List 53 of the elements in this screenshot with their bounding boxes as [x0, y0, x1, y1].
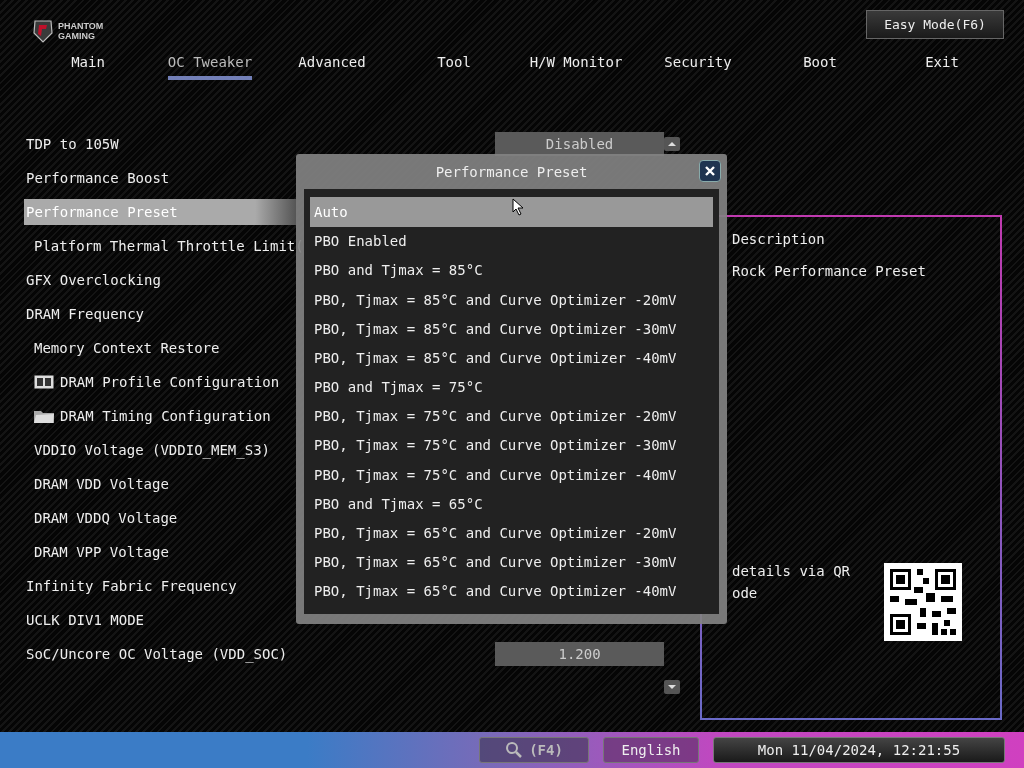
preset-option[interactable]: PBO, Tjmax = 65°C and Curve Optimizer -30mV	[310, 547, 713, 577]
preset-option[interactable]: PBO, Tjmax = 75°C and Curve Optimizer -40mV	[310, 460, 713, 490]
logo-text: GAMING	[58, 31, 96, 41]
close-button[interactable]	[699, 160, 721, 182]
setting-value[interactable]: 1.200	[495, 642, 664, 666]
setting-item[interactable]: DRAM Frequency	[24, 301, 296, 327]
book-icon	[34, 375, 54, 389]
easy-mode-button[interactable]: Easy Mode(F6)	[866, 9, 1004, 39]
logo-text: PHANTOM	[58, 21, 104, 31]
preset-option[interactable]: PBO and Tjmax = 75°C	[310, 372, 713, 402]
setting-item[interactable]: SoC/Uncore OC Voltage (VDD_SOC)	[24, 641, 295, 667]
search-icon	[505, 741, 524, 759]
setting-item[interactable]: GFX Overclocking	[24, 267, 296, 293]
preset-option[interactable]: PBO, Tjmax = 65°C and Curve Optimizer -40mV	[310, 576, 713, 606]
setting-item[interactable]: DRAM Timing Configuration	[24, 403, 304, 429]
qr-code-icon	[884, 563, 962, 641]
setting-item[interactable]: Performance Boost	[24, 165, 296, 191]
preset-option[interactable]: PBO and Tjmax = 65°C	[310, 489, 713, 519]
logo-shield-icon	[32, 19, 54, 43]
menu-tab[interactable]: Advanced	[298, 50, 366, 80]
search-button[interactable]: (F4)	[479, 737, 589, 763]
description-title: Description	[732, 231, 825, 249]
mouse-pointer-icon	[512, 198, 524, 216]
preset-option[interactable]: PBO, Tjmax = 75°C and Curve Optimizer -20mV	[310, 401, 713, 431]
date-time: Mon 11/04/2024, 12:21:55	[713, 737, 1005, 763]
description-text: Rock Performance Preset	[732, 263, 926, 279]
menu-tab[interactable]: OC Tweaker	[167, 50, 253, 80]
menu-tab[interactable]: Main	[71, 50, 105, 80]
folder-icon	[34, 409, 54, 423]
dialog-title: Performance Preset	[435, 163, 588, 180]
preset-option[interactable]: PBO, Tjmax = 85°C and Curve Optimizer -20mV	[310, 284, 713, 315]
close-icon	[704, 165, 716, 177]
menu-tab[interactable]: Tool	[437, 50, 471, 80]
preset-option[interactable]: PBO and Tjmax = 85°C	[310, 255, 713, 285]
menu-tab[interactable]: Boot	[803, 50, 837, 80]
qr-hint-text: ode	[732, 585, 758, 601]
setting-item[interactable]: DRAM Profile Configuration	[24, 369, 304, 395]
preset-option[interactable]: PBO Enabled	[310, 226, 713, 256]
preset-option[interactable]: PBO, Tjmax = 85°C and Curve Optimizer -30mV	[310, 314, 713, 344]
setting-item[interactable]: TDP to 105W	[24, 131, 295, 157]
menu-tab[interactable]: Security	[664, 50, 732, 80]
preset-option[interactable]: PBO, Tjmax = 65°C and Curve Optimizer -20mV	[310, 518, 713, 548]
scroll-down-icon[interactable]	[664, 680, 680, 694]
language-button[interactable]: English	[603, 737, 699, 763]
setting-value[interactable]: Disabled	[495, 132, 664, 156]
setting-item[interactable]: UCLK DIV1 MODE	[24, 607, 296, 633]
preset-option[interactable]: PBO, Tjmax = 75°C and Curve Optimizer -30mV	[310, 430, 713, 461]
menu-tab[interactable]: Exit	[925, 50, 959, 80]
preset-option[interactable]: PBO, Tjmax = 85°C and Curve Optimizer -40mV	[310, 343, 713, 373]
menu-tab[interactable]: H/W Monitor	[529, 50, 623, 80]
scroll-up-icon[interactable]	[664, 137, 680, 151]
setting-item[interactable]: Infinity Fabric Frequency	[24, 573, 296, 599]
qr-hint-text: details via QR	[732, 563, 850, 579]
